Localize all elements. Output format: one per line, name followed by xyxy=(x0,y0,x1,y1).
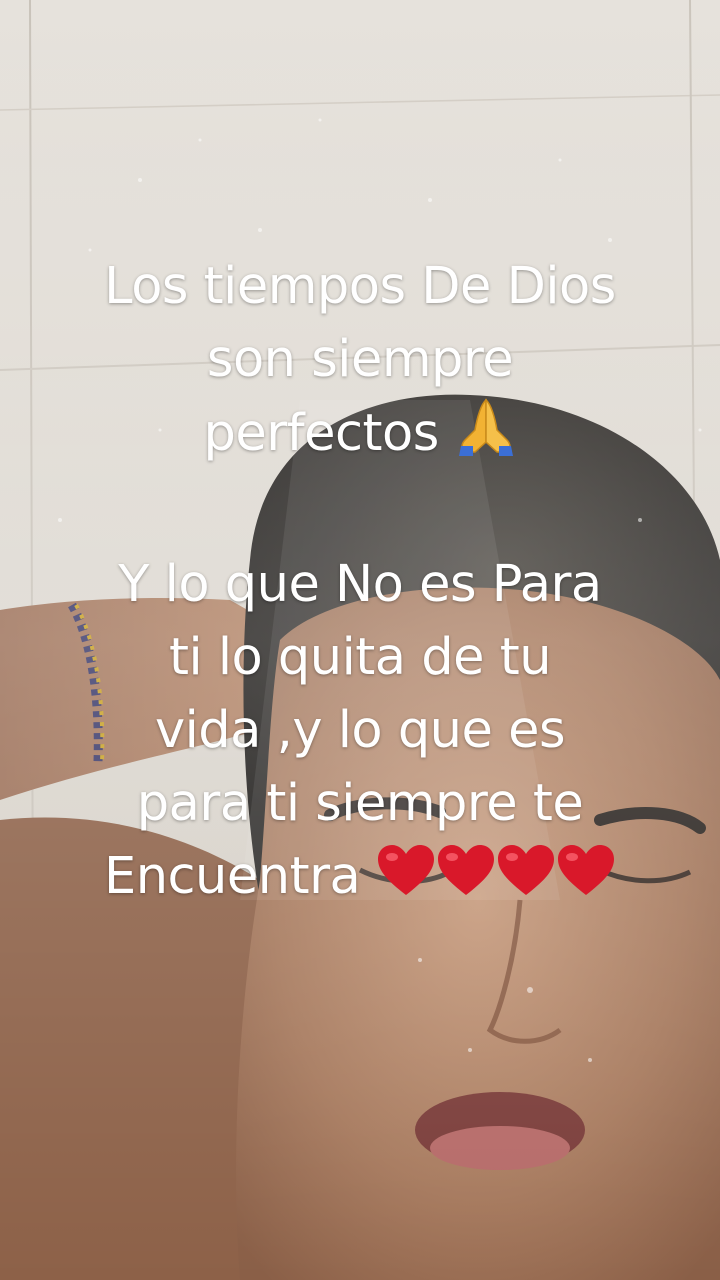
caption-line: Encuentra xyxy=(103,847,361,906)
red-heart-icon xyxy=(558,845,615,895)
red-heart-icon xyxy=(438,845,495,895)
caption-line: son siempre xyxy=(206,330,514,389)
caption-line: Los tiempos De Dios xyxy=(104,257,616,316)
caption-line: para ti siempre te xyxy=(136,774,584,833)
caption-line: perfectos xyxy=(203,404,439,463)
red-heart-icon xyxy=(498,845,555,895)
caption-line: Y lo que No es Para xyxy=(118,555,602,614)
caption-line: ti lo quita de tu xyxy=(168,628,552,687)
caption-line: vida ,y lo que es xyxy=(154,701,566,760)
caption-block-2: Y lo que No es Para ti lo quita de tu vi… xyxy=(40,548,680,913)
red-heart-icon xyxy=(378,845,435,895)
video-frame: Los tiempos De Dios son siempre perfecto… xyxy=(0,0,720,1280)
caption-block-1: Los tiempos De Dios son siempre perfecto… xyxy=(40,250,680,470)
praying-hands-icon xyxy=(458,398,513,456)
